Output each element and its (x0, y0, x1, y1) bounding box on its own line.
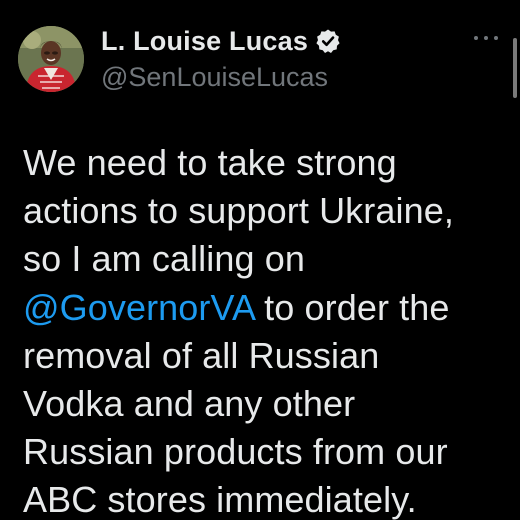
tweet-line: ABC stores immediately. (23, 479, 417, 520)
tweet-line: Vodka and any other (23, 383, 356, 425)
tweet-line-text: to order the (254, 286, 450, 328)
tweet-line: @GovernorVA to order the (23, 284, 508, 332)
tweet-line: actions to support Ukraine, (23, 190, 454, 232)
tweet-text: We need to take strong actions to suppor… (23, 139, 508, 520)
tweet-line: We need to take strong (23, 142, 397, 183)
avatar[interactable] (18, 26, 84, 92)
verified-badge-icon (315, 28, 341, 54)
author-name-row[interactable]: L. Louise Lucas (101, 23, 341, 59)
tweet-line: removal of all Russian (23, 334, 380, 376)
tweet-line: so I am calling on (23, 238, 305, 280)
more-options-icon[interactable] (474, 30, 498, 46)
scrollbar[interactable] (513, 38, 517, 98)
avatar-image (18, 26, 84, 92)
more-dot (484, 36, 488, 40)
more-dot (474, 36, 478, 40)
more-dot (494, 36, 498, 40)
tweet-card: L. Louise Lucas @SenLouiseLucas We need … (0, 0, 520, 520)
mention-link[interactable]: @GovernorVA (23, 287, 254, 328)
author-display-name[interactable]: L. Louise Lucas (101, 26, 308, 57)
author-handle[interactable]: @SenLouiseLucas (101, 62, 328, 93)
tweet-line: Russian products from our (23, 431, 448, 473)
